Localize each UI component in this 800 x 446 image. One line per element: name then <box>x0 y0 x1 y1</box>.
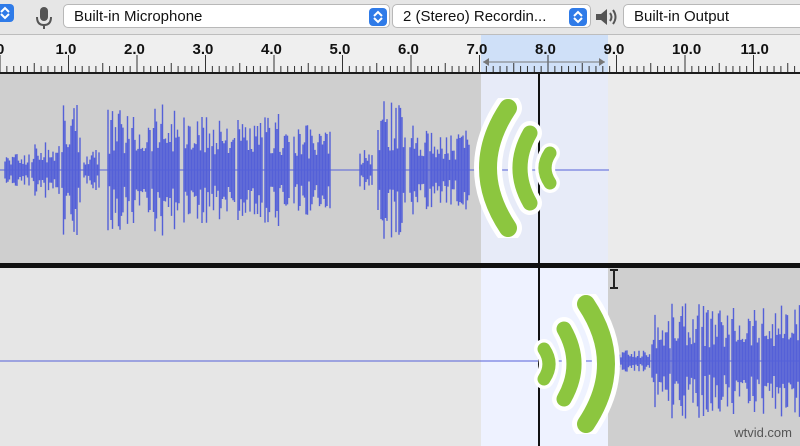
microphone-icon <box>34 6 54 35</box>
ruler-tick-label: 10.0 <box>672 41 702 58</box>
watermark: wtvid.com <box>734 425 792 440</box>
ruler-tick-label: 6.0 <box>398 41 419 58</box>
ruler-tick-label: 8.0 <box>535 41 556 58</box>
timeline-ruler[interactable]: 0 1.0 2.0 3.0 4.0 5.0 6.0 7.0 8.0 9.0 10.0 11.0 <box>0 35 800 74</box>
ruler-tick-label: 7.0 <box>466 41 488 58</box>
ruler-tick-label: 2.0 <box>124 41 145 58</box>
wave-signal-icon-2 <box>534 294 620 434</box>
track2-waveform <box>0 268 800 446</box>
input-stepper-icon[interactable] <box>369 8 387 26</box>
track1-waveform <box>0 74 800 263</box>
ruler-tick-label: 1.0 <box>55 41 77 58</box>
host-stepper-icon[interactable] <box>0 4 14 22</box>
audio-track-1[interactable] <box>0 74 800 263</box>
ruler-tick-label: 0 <box>0 41 5 58</box>
ruler-tick-label: 11.0 <box>740 41 769 58</box>
ruler-tick-label: 4.0 <box>261 41 282 58</box>
speaker-icon <box>594 6 620 33</box>
ruler-tick-label: 5.0 <box>329 41 351 58</box>
audio-track-2[interactable] <box>0 268 800 446</box>
output-device-value: Built-in Output <box>634 8 730 25</box>
text-cursor-icon <box>610 269 618 289</box>
channels-value: 2 (Stereo) Recordin... <box>403 8 547 25</box>
device-toolbar: Built-in Microphone 2 (Stereo) Recordin.… <box>0 0 800 35</box>
channels-stepper-icon[interactable] <box>569 8 587 26</box>
channels-select[interactable]: 2 (Stereo) Recordin... <box>392 4 591 28</box>
wave-signal-icon <box>474 98 560 238</box>
input-device-value: Built-in Microphone <box>74 8 203 25</box>
output-device-select[interactable]: Built-in Output <box>623 4 800 28</box>
input-device-select[interactable]: Built-in Microphone <box>63 4 390 28</box>
ruler-tick-label: 3.0 <box>192 41 214 58</box>
ruler-tick-label: 9.0 <box>603 41 625 58</box>
